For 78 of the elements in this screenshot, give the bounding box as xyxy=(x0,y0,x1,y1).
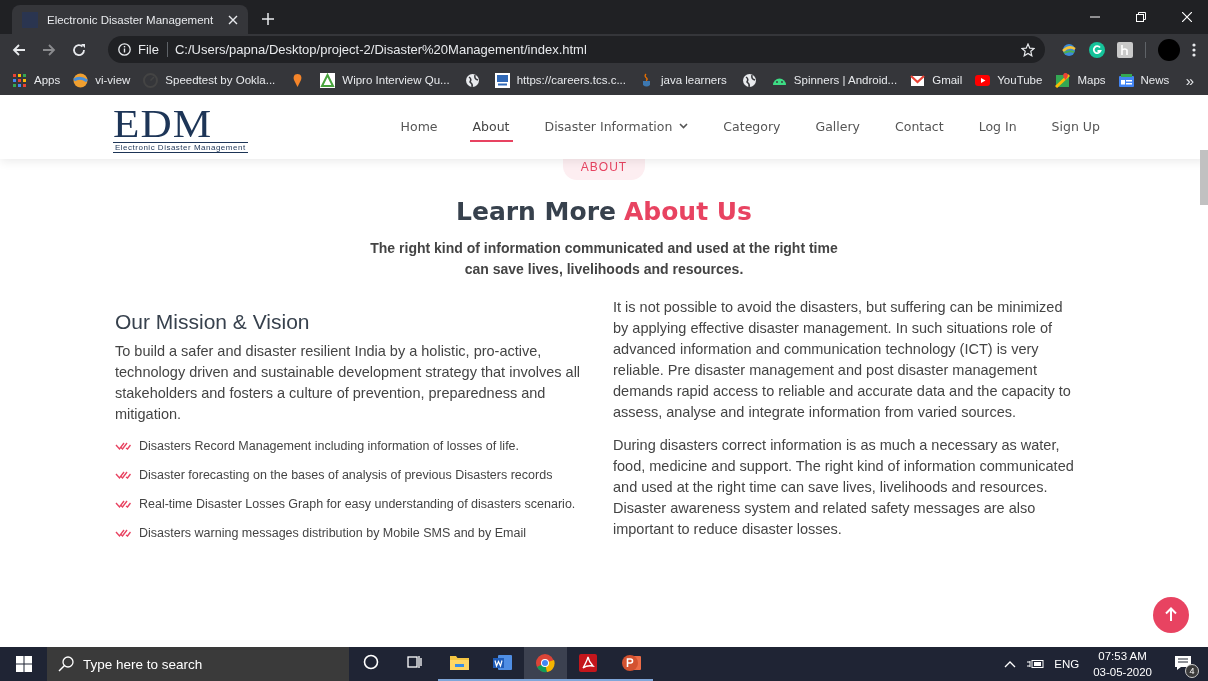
double-check-icon xyxy=(115,528,131,538)
address-bar[interactable]: File C:/Users/papna/Desktop/project-2/Disaster%20Management/index.html xyxy=(108,36,1045,63)
chrome-ball-icon[interactable] xyxy=(535,653,556,673)
new-tab-icon[interactable] xyxy=(262,13,274,25)
colorful-ball-icon xyxy=(73,72,89,88)
mission-title: Our Mission & Vision xyxy=(115,310,311,334)
nav-link[interactable]: Home xyxy=(397,112,441,142)
scroll-to-top-button[interactable] xyxy=(1153,597,1189,633)
pdf-reader-icon[interactable] xyxy=(578,653,599,673)
nav-link[interactable]: About xyxy=(469,112,513,142)
presentation-icon[interactable] xyxy=(621,653,642,673)
bookmark[interactable]: Spinners | Android... xyxy=(771,72,898,88)
feature-text: Disasters warning messages distribution by Mobile SMS and by Email xyxy=(139,526,526,540)
nav-link[interactable]: Contact xyxy=(892,112,947,142)
globe-extension-icon[interactable] xyxy=(1061,41,1077,58)
search-icon xyxy=(58,656,74,672)
notification-count: 4 xyxy=(1185,664,1199,678)
bookmark[interactable]: java learners xyxy=(639,72,727,88)
section-subtitle: The right kind of information communicated and used at the right time xyxy=(370,239,838,258)
bookmark[interactable]: YouTube xyxy=(975,72,1043,88)
feature-text: Disasters Record Management including information of losses of life. xyxy=(139,439,520,453)
body-paragraph: During disasters correct information is as much a necessary as water, food, medicine and support. The right kind of information communicated and used at the right time can save lives, livelihoods and resources. Disaster awareness system and related safety messages are also important to reduce disaster losses. xyxy=(613,436,1075,539)
clock-time[interactable]: 07:53 AM xyxy=(1093,648,1152,664)
scrollbar-thumb[interactable] xyxy=(1200,150,1208,205)
bookmark[interactable]: News xyxy=(1118,72,1170,88)
folder-icon[interactable] xyxy=(449,653,470,673)
more-bookmarks-button[interactable]: » xyxy=(1185,71,1208,89)
bookmark[interactable]: Maps xyxy=(1055,72,1106,88)
section-subtitle: can save lives, livelihoods and resources. xyxy=(463,260,745,279)
section-heading: Learn More xyxy=(456,197,616,226)
battery-plug-icon[interactable] xyxy=(1026,659,1045,669)
bookmark[interactable]: Wipro Interview Qu... xyxy=(320,72,450,88)
nav-link[interactable]: Category xyxy=(720,112,784,142)
back-icon[interactable] xyxy=(12,42,26,57)
logo-tagline: Electronic Disaster Management xyxy=(113,141,248,153)
menu-icon[interactable] xyxy=(1192,42,1196,57)
feature-text: Disaster forecasting on the bases of analysis of previous Disasters records xyxy=(139,468,553,482)
bookmark[interactable]: Speedtest by Ookla... xyxy=(143,72,276,88)
close-icon[interactable] xyxy=(228,14,238,25)
mission-text: To build a safer and disaster resilient India by a holistic, pro-active, technology driven and sustainable development strategy that involves all stakeholders and fosters a culture of prevention, preparedness and mitigation. xyxy=(115,342,582,424)
language-indicator[interactable]: ENG xyxy=(1054,658,1080,670)
feature-text: Real-time Disaster Losses Graph for easy understanding of disasters scenario. xyxy=(139,497,576,511)
nav-link[interactable]: Sign Up xyxy=(1048,112,1103,142)
nav-link[interactable]: Log In xyxy=(975,112,1020,142)
reload-icon[interactable] xyxy=(72,42,86,57)
square-h-icon[interactable] xyxy=(1117,41,1133,58)
double-check-icon xyxy=(115,441,131,451)
envelope-icon xyxy=(910,72,926,88)
double-check-icon xyxy=(115,499,131,509)
globe-icon xyxy=(741,72,757,88)
star-icon[interactable] xyxy=(1021,42,1035,57)
play-button-icon xyxy=(975,72,991,88)
apps-grid-icon xyxy=(12,72,27,88)
tile-icon xyxy=(494,72,510,88)
word-document-icon[interactable] xyxy=(492,653,513,673)
double-check-icon xyxy=(115,470,131,480)
triangle-logo-icon xyxy=(320,72,336,88)
nav-link[interactable]: Gallery xyxy=(812,112,863,142)
clock-date[interactable]: 03-05-2020 xyxy=(1093,664,1152,680)
info-icon xyxy=(118,43,131,56)
bookmark[interactable]: Apps xyxy=(12,72,61,88)
restore-icon[interactable] xyxy=(1136,12,1146,22)
chevron-up-icon[interactable] xyxy=(1004,660,1017,668)
windows-logo-icon xyxy=(15,656,32,672)
circle-g-icon[interactable] xyxy=(1089,41,1105,58)
bookmark[interactable]: Gmail xyxy=(910,72,963,88)
news-tile-icon xyxy=(1118,72,1134,88)
bookmark[interactable]: vi-view xyxy=(73,72,131,88)
nav-link[interactable]: Disaster Information xyxy=(541,112,692,142)
logo-wordmark[interactable]: EDM xyxy=(113,105,213,142)
bookmark[interactable]: https://careers.tcs.c... xyxy=(494,72,626,88)
taskbar-search-field[interactable]: Type here to search xyxy=(47,647,349,681)
browser-tab[interactable]: Electronic Disaster Management xyxy=(12,5,248,34)
section-heading-accent: About Us xyxy=(623,197,752,226)
map-pin-icon xyxy=(1055,72,1071,88)
globe-icon xyxy=(464,72,480,88)
body-paragraph: It is not possible to avoid the disasters, but suffering can be minimized by applying effective disaster management. In such situations role of advanced information and communication technology (ICT) is very reliable. Pre disaster management and post disaster management demands rapid access to reliable and accurate data and the capacity to assess, analyse and integrate information from varied sources. xyxy=(613,298,1072,422)
forward-icon[interactable] xyxy=(42,42,56,57)
